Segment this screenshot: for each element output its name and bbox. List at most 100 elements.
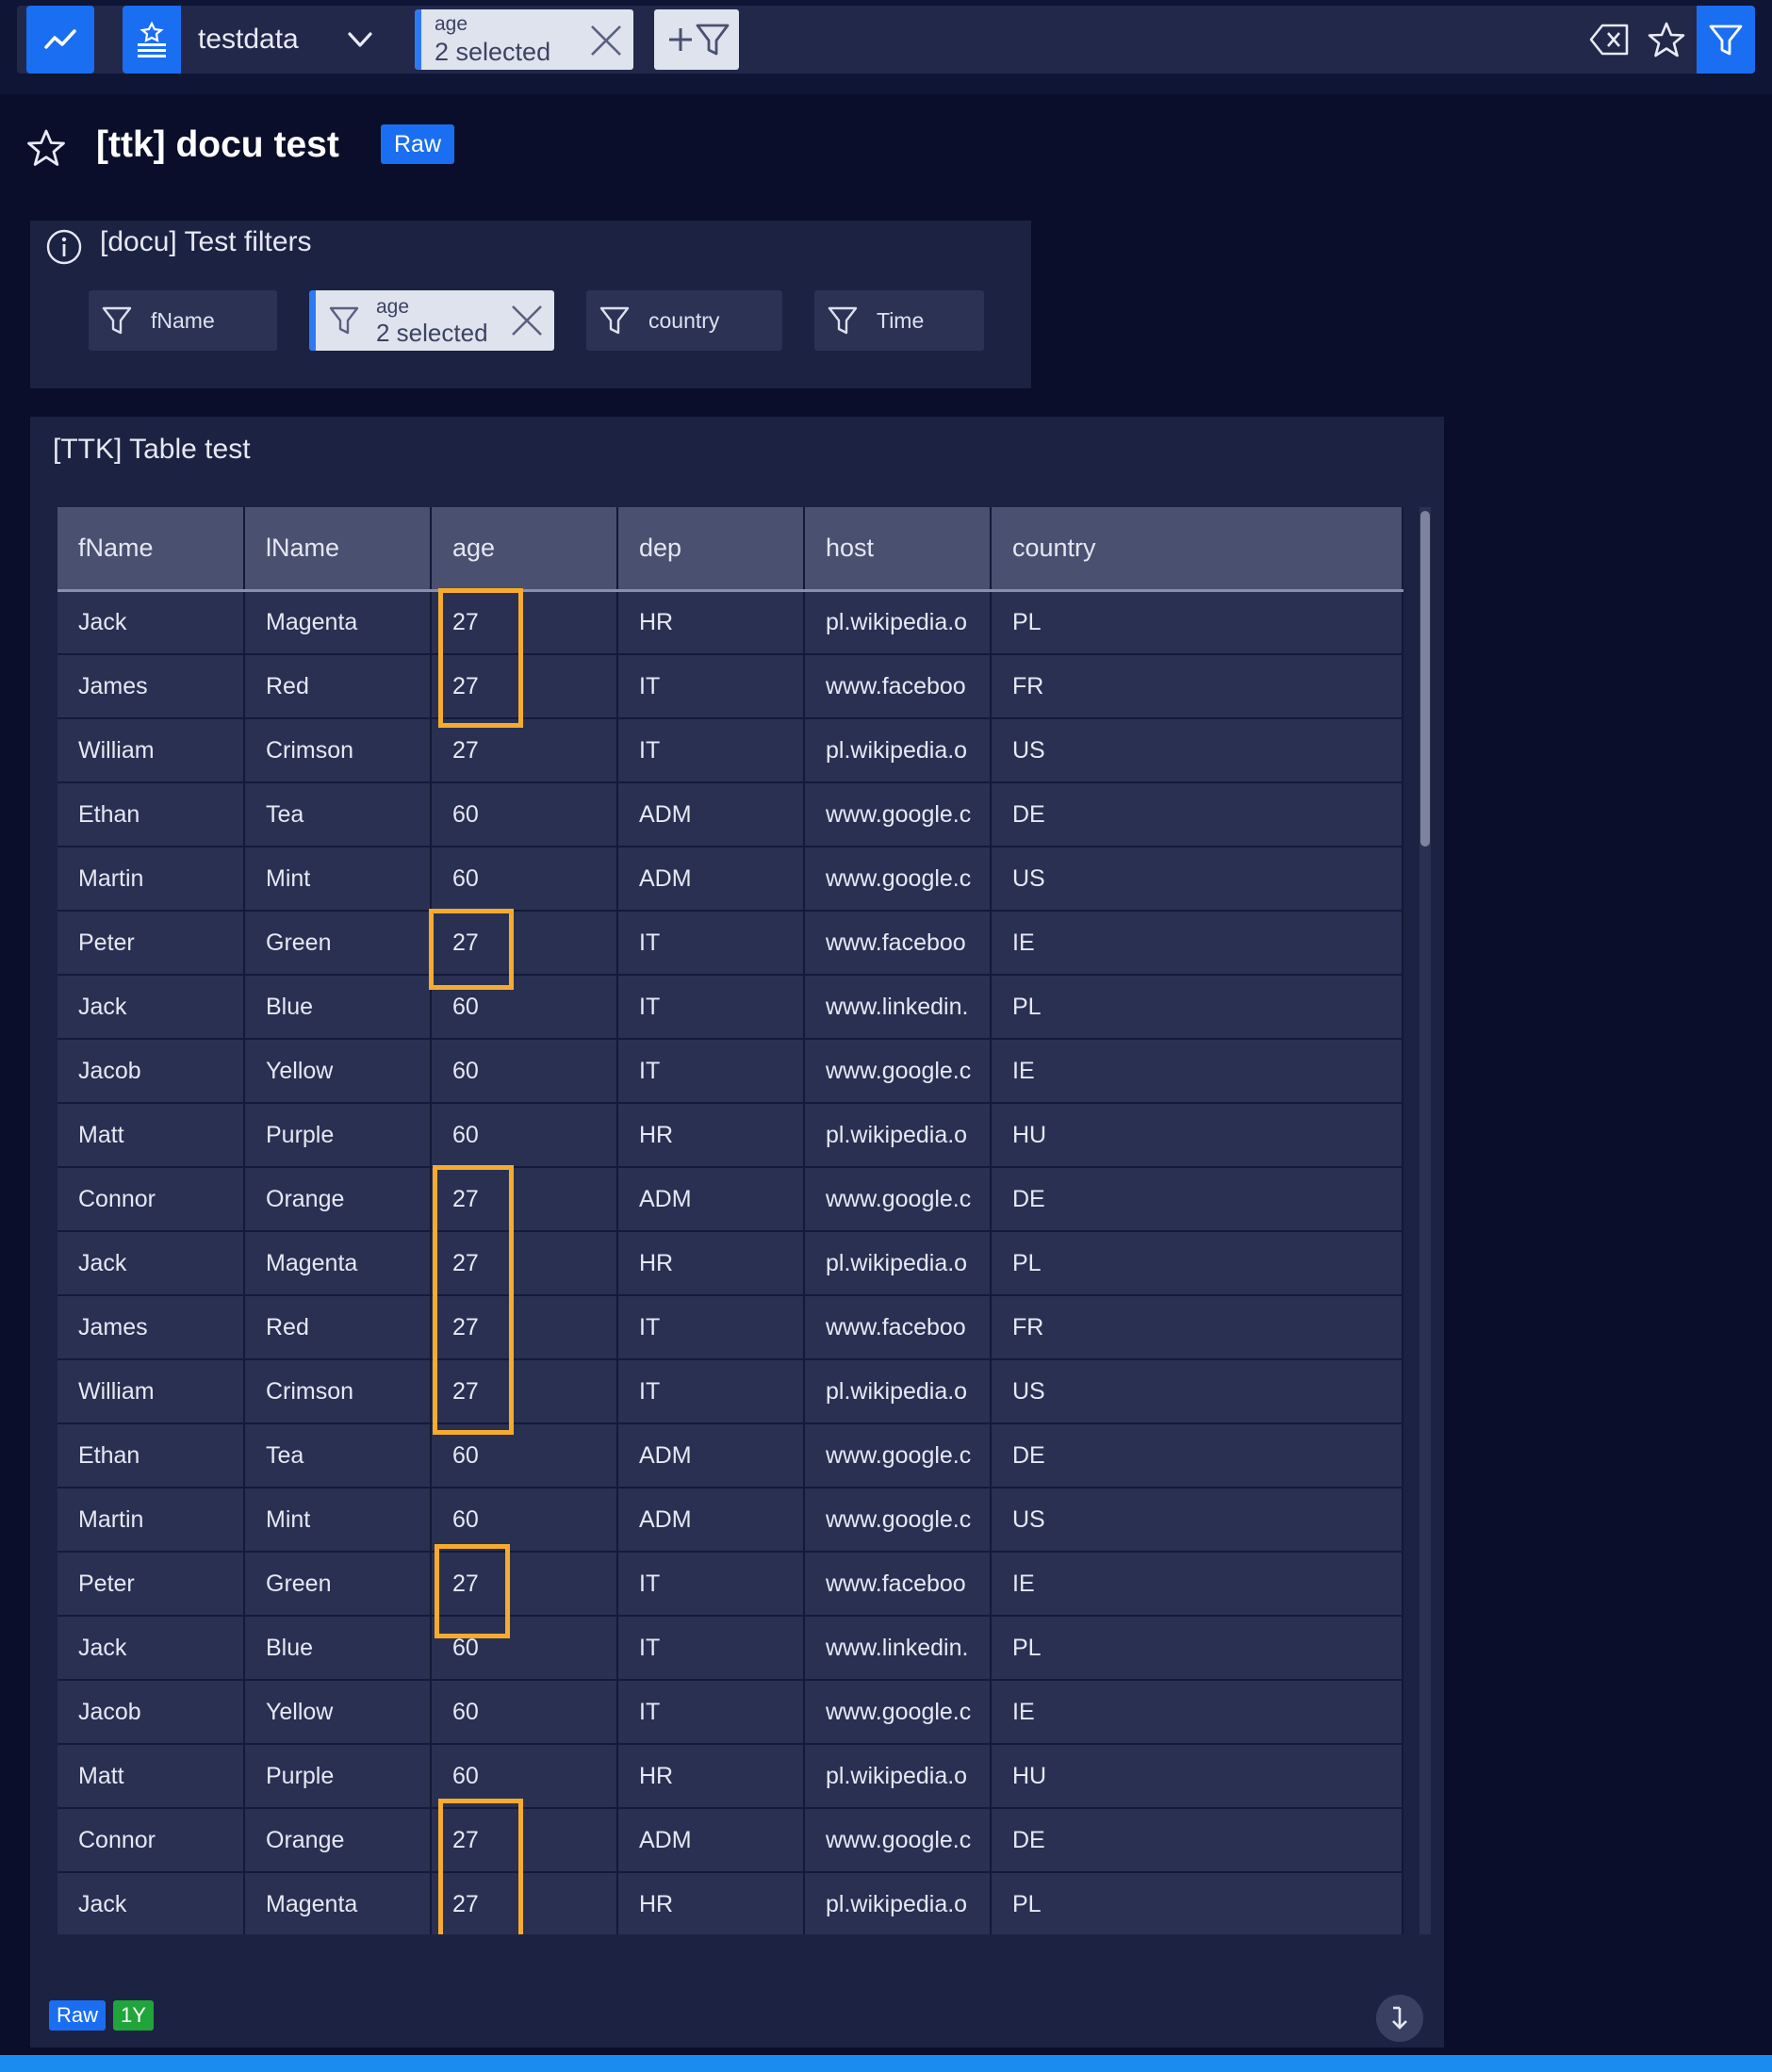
backspace-icon[interactable] [1589,23,1631,57]
raw-badge: Raw [49,2000,107,2031]
table-row[interactable]: Matt Purple 60 HR pl.wikipedia.o HU [57,1744,1403,1809]
table-cell-dep: IT [617,1295,805,1360]
table-scrollbar[interactable] [1419,507,1431,1934]
table-cell-age: 27 [431,911,618,976]
add-filter-button[interactable] [654,9,739,70]
table-cell-age: 60 [431,847,618,912]
add-filter-icon [669,24,730,56]
table-cell-lname: Mint [244,847,432,912]
table-cell-country: IE [991,1680,1403,1745]
table-cell-age: 60 [431,1423,618,1488]
table-cell-dep: IT [617,975,805,1040]
table-cell-host: pl.wikipedia.o [804,1103,992,1168]
column-header-dep[interactable]: dep [617,507,805,592]
table-cell-lname: Blue [244,1616,432,1681]
column-header-fname[interactable]: fName [57,507,245,592]
table-widget: [TTK] Table test fName lName age dep host cou… [30,417,1444,2047]
page-title: [ttk] docu test [96,124,339,165]
table-scrollbar-thumb[interactable] [1420,511,1430,847]
filters-toggle-button[interactable] [1697,6,1755,74]
column-header-country[interactable]: country [991,507,1403,592]
column-header-age[interactable]: age [431,507,618,592]
table-row[interactable]: Jack Blue 60 IT www.linkedin. PL [57,975,1403,1040]
star-icon[interactable] [26,128,66,168]
table-row[interactable]: Ethan Tea 60 ADM www.google.c DE [57,782,1403,847]
table-cell-host: www.faceboo [804,911,992,976]
close-icon[interactable] [588,23,624,58]
filter-age[interactable]: age 2 selected [309,290,554,351]
datasource-icon [138,21,166,58]
column-header-lname[interactable]: lName [244,507,432,592]
table-footer-badges: Raw 1Y [49,2000,154,2031]
table-cell-lname: Crimson [244,1359,432,1424]
table-cell-age: 60 [431,1744,618,1809]
table-scroll-area[interactable]: fName lName age dep host country Jack Magenta 2… [57,507,1431,1934]
table-row[interactable]: Peter Green 27 IT www.faceboo IE [57,911,1403,976]
chart-line-icon [44,29,76,49]
table-row[interactable]: William Crimson 27 IT pl.wikipedia.o US [57,1359,1403,1424]
scroll-down-button[interactable] [1376,1995,1423,2042]
table-cell-dep: ADM [617,847,805,912]
table-cell-fname: Jack [57,590,245,655]
table-row[interactable]: Ethan Tea 60 ADM www.google.c DE [57,1423,1403,1488]
table-cell-dep: IT [617,718,805,783]
table-row[interactable]: Peter Green 27 IT www.faceboo IE [57,1552,1403,1617]
star-icon[interactable] [1648,21,1685,58]
home-button[interactable] [26,6,94,74]
table-row[interactable]: Jacob Yellow 60 IT www.google.c IE [57,1680,1403,1745]
table-widget-title: [TTK] Table test [53,434,251,465]
top-bar: testdata age 2 selected [0,0,1772,94]
table-cell-country: IE [991,911,1403,976]
table-row[interactable]: James Red 27 IT www.faceboo FR [57,1295,1403,1360]
info-icon[interactable] [45,228,83,266]
table-row[interactable]: Martin Mint 60 ADM www.google.c US [57,1488,1403,1553]
table-cell-fname: Martin [57,847,245,912]
table-cell-host: www.faceboo [804,1552,992,1617]
filter-time[interactable]: Time [814,290,984,351]
filter-fname[interactable]: fName [89,290,277,351]
active-filter-chip-age[interactable]: age 2 selected [415,9,633,70]
table-cell-host: www.google.c [804,1423,992,1488]
table-cell-dep: HR [617,590,805,655]
table-cell-age: 60 [431,1616,618,1681]
table-row[interactable]: James Red 27 IT www.faceboo FR [57,654,1403,719]
table-row[interactable]: Matt Purple 60 HR pl.wikipedia.o HU [57,1103,1403,1168]
table-cell-lname: Yellow [244,1039,432,1104]
column-header-host[interactable]: host [804,507,992,592]
table-row[interactable]: Connor Orange 27 ADM www.google.c DE [57,1167,1403,1232]
table-cell-dep: ADM [617,1808,805,1873]
datasource-button[interactable] [123,6,181,74]
table-row[interactable]: Jacob Yellow 60 IT www.google.c IE [57,1039,1403,1104]
filter-chip-value: 2 selected [435,38,551,66]
table-cell-host: www.linkedin. [804,975,992,1040]
chevron-down-icon[interactable] [343,23,377,57]
table-cell-dep: IT [617,1616,805,1681]
table-cell-country: US [991,718,1403,783]
table-cell-dep: IT [617,1039,805,1104]
table-cell-host: pl.wikipedia.o [804,590,992,655]
table-cell-age: 27 [431,590,618,655]
datasource-name[interactable]: testdata [198,6,299,74]
table-cell-age: 27 [431,1167,618,1232]
table-row[interactable]: Jack Blue 60 IT www.linkedin. PL [57,1616,1403,1681]
table-cell-age: 60 [431,1680,618,1745]
table-cell-fname: Jacob [57,1039,245,1104]
filter-country[interactable]: country [586,290,782,351]
table-row[interactable]: Jack Magenta 27 HR pl.wikipedia.o PL [57,590,1403,655]
table-cell-country: PL [991,1616,1403,1681]
table-row[interactable]: Jack Magenta 27 HR pl.wikipedia.o PL [57,1231,1403,1296]
table-cell-host: www.google.c [804,1680,992,1745]
table-row[interactable]: Martin Mint 60 ADM www.google.c US [57,847,1403,912]
table-cell-lname: Tea [244,782,432,847]
filters-widget-title: [docu] Test filters [100,226,312,257]
close-icon[interactable] [509,303,545,338]
table-cell-country: IE [991,1039,1403,1104]
table-cell-dep: IT [617,654,805,719]
table-cell-lname: Orange [244,1167,432,1232]
table-row[interactable]: Jack Magenta 27 HR pl.wikipedia.o PL [57,1872,1403,1934]
table-row[interactable]: William Crimson 27 IT pl.wikipedia.o US [57,718,1403,783]
table-cell-country: IE [991,1552,1403,1617]
table-cell-dep: IT [617,1552,805,1617]
table-cell-country: HU [991,1103,1403,1168]
table-row[interactable]: Connor Orange 27 ADM www.google.c DE [57,1808,1403,1873]
